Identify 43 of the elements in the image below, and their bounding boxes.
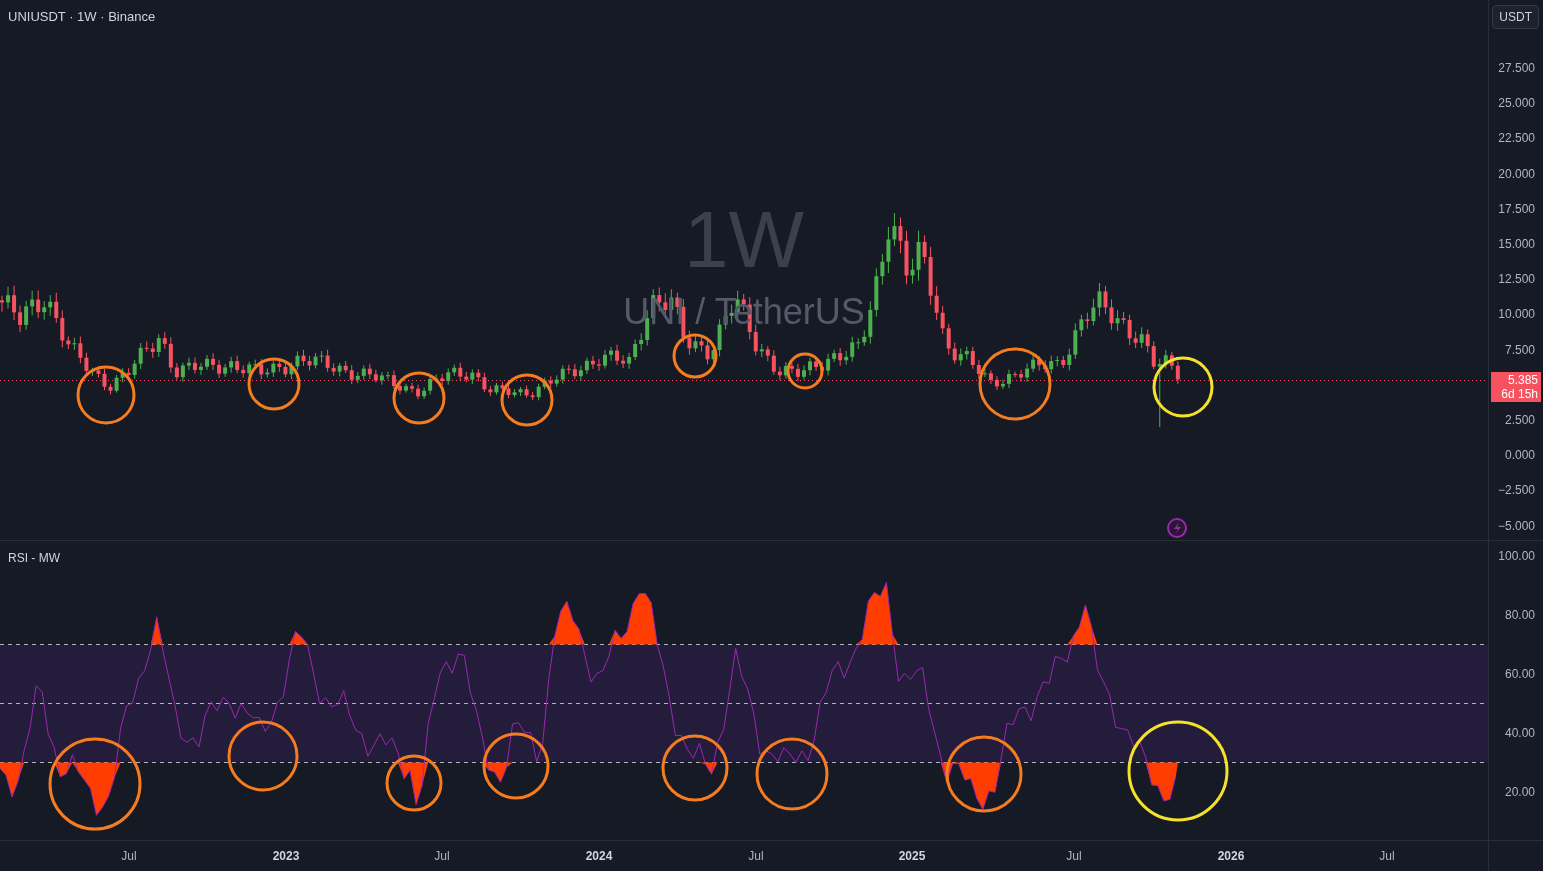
lightning-icon[interactable] [1167, 518, 1187, 538]
time-axis-label: 2026 [1217, 849, 1245, 863]
price-axis-label: −2.500 [1497, 483, 1535, 498]
price-axis-label: 25.000 [1498, 96, 1535, 111]
time-axis-label: 2024 [585, 849, 613, 863]
rsi-axis-label: 20.00 [1504, 785, 1535, 799]
rsi-axis-label: 40.00 [1504, 726, 1535, 740]
rsi-axis-label: 100.00 [1498, 549, 1535, 563]
chart-title: UNIUSDT · 1W · Binance [8, 9, 156, 24]
highlight-circle [672, 333, 718, 379]
price-axis-label: 10.000 [1498, 307, 1535, 322]
highlight-circle [661, 734, 729, 802]
price-axis-label: 20.000 [1498, 166, 1535, 181]
time-axis-label: 2023 [272, 849, 300, 863]
price-axis-label: 12.500 [1498, 272, 1535, 287]
highlight-circle [227, 720, 299, 792]
rsi-axis-label: 80.00 [1504, 608, 1535, 622]
price-axis-label: 27.500 [1498, 61, 1535, 75]
highlight-circle [392, 371, 446, 425]
price-axis-label: 2.500 [1504, 413, 1535, 427]
price-axis-label: 7.500 [1504, 342, 1535, 357]
highlight-circle [482, 732, 550, 800]
highlight-circle [385, 754, 443, 812]
currency-button[interactable]: USDT [1492, 5, 1539, 29]
rsi-axis-label: 60.00 [1504, 667, 1535, 681]
indicator-title: RSI - MW [8, 551, 60, 565]
highlight-circle [1152, 356, 1214, 418]
time-axis-label: Jul [748, 849, 764, 863]
time-axis-label: 2025 [898, 849, 926, 863]
highlight-circle [247, 357, 301, 411]
highlight-circle [786, 352, 824, 390]
price-axis-label: 17.500 [1498, 201, 1535, 216]
time-axis-label: Jul [434, 849, 450, 863]
price-axis-label: 15.000 [1498, 237, 1535, 251]
price-axis-label: 22.500 [1498, 131, 1535, 146]
time-axis-label: Jul [1066, 849, 1082, 863]
highlight-circle [500, 373, 554, 427]
last-price-label: 5.385 6d 15h [1491, 372, 1541, 402]
price-axis-label: −5.000 [1497, 518, 1535, 533]
time-axis-label: Jul [1379, 849, 1395, 863]
price-axis-label: 0.000 [1504, 448, 1535, 463]
time-axis-label: Jul [121, 849, 137, 863]
highlight-circle [76, 365, 136, 425]
